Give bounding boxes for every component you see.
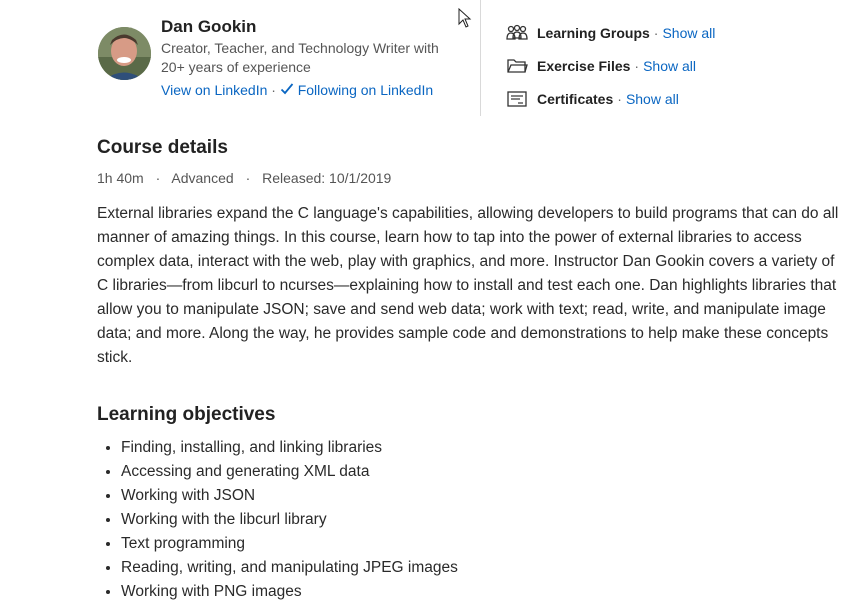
author-bio: Creator, Teacher, and Technology Writer … [161, 40, 439, 75]
course-resources: Learning Groups · Show all Exercise File… [506, 16, 715, 115]
course-level: Advanced [171, 170, 234, 186]
list-item: Working with the libcurl library [121, 508, 458, 532]
people-group-icon [506, 23, 528, 43]
separator: · [653, 24, 659, 41]
learning-objectives-heading: Learning objectives [97, 404, 276, 425]
certificates-row: Certificates · Show all [506, 82, 715, 115]
mouse-cursor-icon [458, 8, 472, 28]
course-meta: 1h 40m · Advanced · Released: 10/1/2019 [97, 170, 391, 186]
list-item: Text programming [121, 532, 458, 556]
exercise-files-row: Exercise Files · Show all [506, 49, 715, 82]
list-item: Reading, writing, and manipulating JPEG … [121, 556, 458, 580]
exercise-files-show-all-link[interactable]: Show all [643, 58, 696, 74]
course-duration: 1h 40m [97, 170, 144, 186]
list-item: Working with JSON [121, 484, 458, 508]
folder-icon [506, 56, 528, 76]
separator: · [634, 57, 640, 74]
list-item: Accessing and generating XML data [121, 460, 458, 484]
author-card: Dan Gookin Creator, Teacher, and Technol… [98, 17, 478, 98]
certificates-show-all-link[interactable]: Show all [626, 91, 679, 107]
course-description: External libraries expand the C language… [97, 205, 839, 366]
vertical-divider [480, 0, 481, 116]
author-name[interactable]: Dan Gookin [161, 17, 256, 37]
learning-groups-row: Learning Groups · Show all [506, 16, 715, 49]
list-item: Working with PNG images [121, 580, 458, 604]
course-details-heading: Course details [97, 137, 228, 158]
separator: · [271, 82, 276, 98]
certificate-icon [506, 89, 528, 109]
view-on-linkedin-link[interactable]: View on LinkedIn [161, 82, 267, 98]
separator: · [155, 170, 161, 186]
checkmark-icon [280, 83, 294, 95]
following-label: Following on LinkedIn [297, 82, 434, 98]
learning-objectives-list: Finding, installing, and linking librari… [97, 436, 458, 604]
avatar[interactable] [98, 27, 151, 80]
separator: · [617, 90, 622, 107]
learning-groups-label: Learning Groups [537, 24, 650, 41]
exercise-files-label: Exercise Files [537, 57, 631, 74]
separator: · [245, 170, 251, 186]
author-links: View on LinkedIn · Following on LinkedIn [161, 82, 433, 98]
learning-groups-show-all-link[interactable]: Show all [662, 25, 715, 41]
course-release-date: Released: 10/1/2019 [262, 170, 392, 186]
certificates-label: Certificates [537, 90, 614, 107]
list-item: Finding, installing, and linking librari… [121, 436, 458, 460]
following-on-linkedin-button[interactable]: Following on LinkedIn [280, 82, 433, 98]
